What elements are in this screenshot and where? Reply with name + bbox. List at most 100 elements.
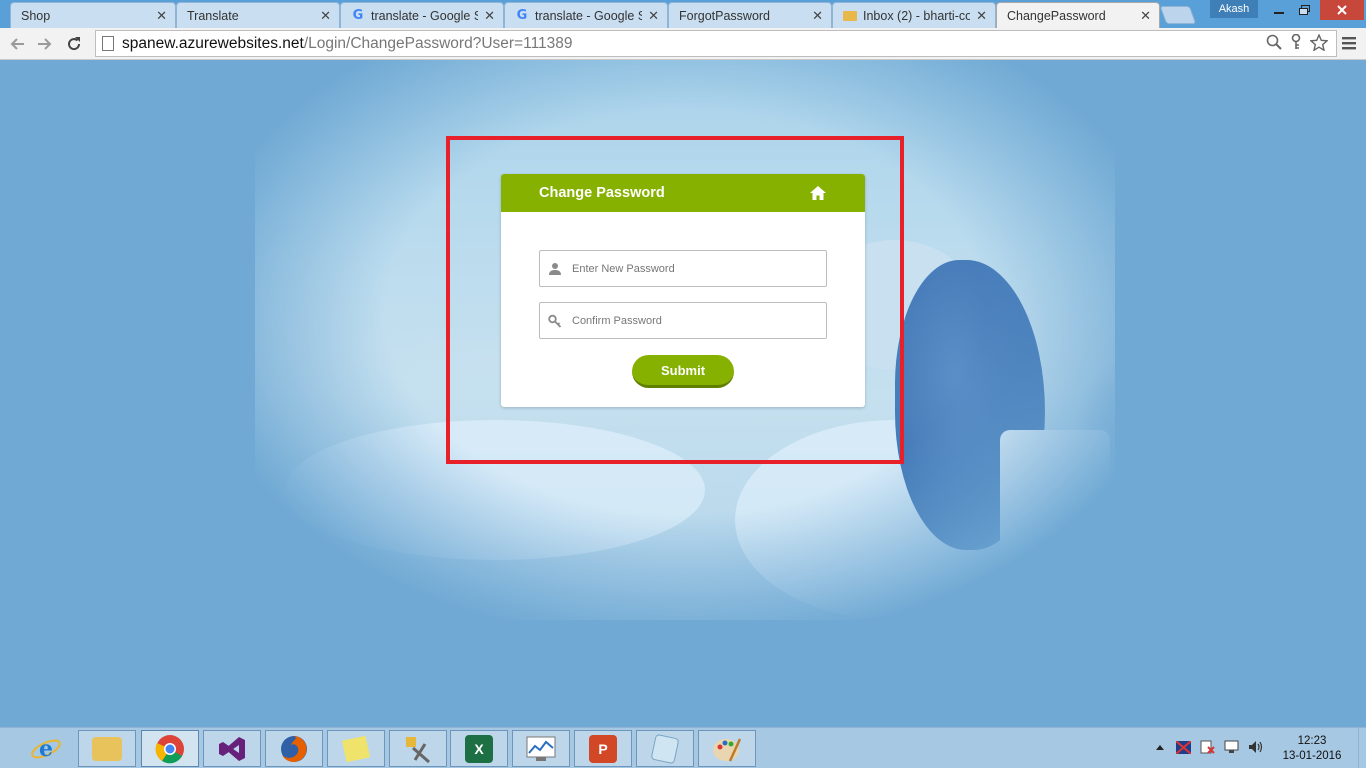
address-bar[interactable]: spanew.azurewebsites.net/Login/ChangePas… bbox=[95, 30, 1337, 57]
restore-icon bbox=[1298, 5, 1310, 15]
google-icon: G bbox=[352, 8, 364, 23]
close-icon[interactable]: ✕ bbox=[1140, 8, 1151, 24]
close-icon[interactable]: ✕ bbox=[812, 8, 823, 24]
minimize-icon bbox=[1274, 12, 1284, 14]
confirm-password-field bbox=[539, 302, 827, 339]
url-path: /Login/ChangePassword?User=111389 bbox=[303, 34, 573, 52]
excel-icon: X bbox=[465, 734, 493, 763]
close-icon[interactable]: ✕ bbox=[156, 8, 167, 24]
tab-google-search-1[interactable]: G translate - Google Se ✕ bbox=[340, 2, 504, 28]
new-password-input[interactable] bbox=[572, 262, 812, 275]
paint-palette-icon bbox=[713, 737, 742, 762]
close-icon[interactable]: ✕ bbox=[320, 8, 331, 24]
network-error-icon[interactable] bbox=[1200, 740, 1215, 754]
tab-title: Inbox (2) - bharti-con bbox=[863, 8, 971, 23]
speaker-icon bbox=[1249, 741, 1263, 753]
key-icon bbox=[548, 314, 562, 328]
taskbar-visual-studio[interactable] bbox=[203, 730, 261, 767]
change-password-card: Change Password Submit bbox=[501, 174, 865, 407]
chrome-icon bbox=[155, 734, 184, 763]
action-center-flag-icon bbox=[1176, 740, 1191, 754]
card-header: Change Password bbox=[501, 174, 865, 212]
taskbar-clock[interactable]: 12:23 13-01-2016 bbox=[1280, 734, 1344, 764]
tab-title: ForgotPassword bbox=[679, 8, 771, 23]
url-host: spanew.azurewebsites.net bbox=[122, 34, 304, 52]
hamburger-menu-icon bbox=[1342, 37, 1356, 50]
taskbar-firefox[interactable] bbox=[265, 730, 323, 767]
taskbar-paint[interactable] bbox=[698, 730, 756, 767]
taskbar-performance-monitor[interactable] bbox=[512, 730, 570, 767]
notepad-icon bbox=[650, 733, 680, 764]
taskbar-chrome[interactable] bbox=[141, 730, 199, 767]
tab-translate[interactable]: Translate ✕ bbox=[176, 2, 340, 77]
sticky-note-icon bbox=[341, 735, 371, 762]
minimize-button[interactable] bbox=[1266, 0, 1292, 20]
submit-button[interactable]: Submit bbox=[632, 355, 734, 388]
taskbar-notepad[interactable] bbox=[636, 730, 694, 767]
zoom-icon[interactable] bbox=[1266, 34, 1282, 50]
menu-button[interactable] bbox=[1342, 34, 1356, 55]
start-button[interactable]: e bbox=[30, 733, 62, 765]
volume-icon[interactable] bbox=[1248, 740, 1263, 754]
folder-icon bbox=[92, 736, 122, 761]
google-icon: G bbox=[516, 8, 528, 23]
user-icon bbox=[549, 262, 561, 275]
windows-taskbar: e X P 12:23 13-01-2016 bbox=[0, 727, 1366, 768]
profile-button[interactable]: Akash bbox=[1210, 0, 1258, 18]
close-icon[interactable]: ✕ bbox=[976, 8, 987, 24]
svg-text:e: e bbox=[39, 736, 53, 762]
taskbar-excel[interactable]: X bbox=[450, 730, 508, 767]
tab-change-password[interactable]: ChangePassword ✕ bbox=[996, 2, 1160, 77]
taskbar-tool[interactable] bbox=[389, 730, 447, 767]
home-icon[interactable] bbox=[809, 185, 827, 201]
network-monitor-icon bbox=[1224, 740, 1239, 753]
mail-icon bbox=[843, 10, 857, 21]
new-tab-button[interactable] bbox=[1159, 6, 1197, 24]
url-text: spanew.azurewebsites.net/Login/ChangePas… bbox=[122, 35, 573, 53]
document-error-icon bbox=[1200, 740, 1215, 754]
taskbar-file-explorer[interactable] bbox=[78, 730, 136, 767]
new-password-field bbox=[539, 250, 827, 287]
key-icon[interactable] bbox=[1290, 34, 1302, 50]
clock-time: 12:23 bbox=[1297, 735, 1327, 747]
page-viewport: Change Password Submit bbox=[0, 60, 1366, 727]
visual-studio-icon bbox=[219, 736, 245, 761]
flag-icon[interactable] bbox=[1176, 740, 1191, 754]
tab-strip: Shop ✕ Translate ✕ G translate - Google … bbox=[0, 0, 1366, 77]
reload-icon bbox=[68, 37, 81, 51]
tab-forgot-password[interactable]: ForgotPassword ✕ bbox=[668, 2, 832, 77]
taskbar-sticky-notes[interactable] bbox=[327, 730, 385, 767]
window-close-button[interactable] bbox=[1320, 0, 1364, 20]
tab-title: translate - Google Se bbox=[371, 8, 479, 23]
tab-title: translate - Google Se bbox=[535, 8, 643, 23]
tab-inbox[interactable]: Inbox (2) - bharti-con ✕ bbox=[832, 2, 996, 28]
back-arrow-icon bbox=[10, 38, 24, 50]
back-button[interactable] bbox=[5, 32, 29, 56]
close-icon[interactable]: ✕ bbox=[648, 8, 659, 24]
tab-google-search-2[interactable]: G translate - Google Se ✕ bbox=[504, 2, 668, 28]
close-icon[interactable]: ✕ bbox=[484, 8, 495, 24]
monitor-chart-icon bbox=[526, 736, 556, 761]
confirm-password-input[interactable] bbox=[572, 314, 812, 327]
reload-button[interactable] bbox=[62, 32, 86, 56]
network-icon[interactable] bbox=[1224, 740, 1239, 754]
tab-title: Translate bbox=[187, 8, 239, 23]
show-hidden-icons[interactable] bbox=[1152, 740, 1167, 754]
show-desktop-button[interactable] bbox=[1358, 728, 1366, 768]
internet-explorer-icon: e bbox=[31, 736, 61, 762]
browser-toolbar: spanew.azurewebsites.net/Login/ChangePas… bbox=[0, 28, 1366, 60]
page-info-icon[interactable] bbox=[102, 36, 114, 51]
bookmark-star-icon[interactable] bbox=[1310, 34, 1328, 51]
tool-icon bbox=[406, 736, 430, 763]
candle-shape bbox=[1000, 430, 1110, 590]
forward-button[interactable] bbox=[33, 32, 57, 56]
close-icon bbox=[1337, 5, 1347, 15]
clock-date: 13-01-2016 bbox=[1282, 750, 1342, 762]
powerpoint-icon: P bbox=[589, 734, 617, 763]
restore-button[interactable] bbox=[1292, 0, 1316, 20]
tab-title: Shop bbox=[21, 8, 51, 23]
taskbar-powerpoint[interactable]: P bbox=[574, 730, 632, 767]
tab-shop[interactable]: Shop ✕ bbox=[10, 2, 176, 77]
system-tray bbox=[1152, 740, 1263, 754]
forward-arrow-icon bbox=[38, 38, 52, 50]
